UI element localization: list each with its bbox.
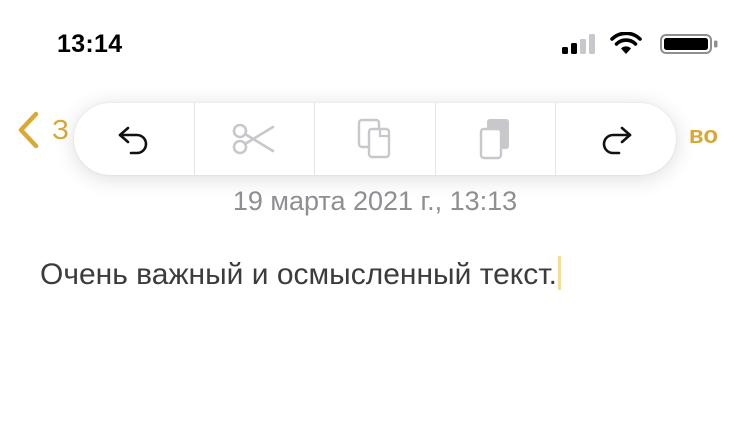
undo-icon [118,126,148,155]
edit-menu [74,103,676,175]
wifi-icon [610,32,642,54]
status-bar: 13:14 [0,0,750,90]
done-button[interactable]: во [689,122,718,150]
cellular-signal-icon [562,34,595,54]
paste-button[interactable] [436,103,557,175]
paste-icon [479,119,509,160]
redo-icon [602,126,632,155]
status-time: 13:14 [57,30,123,58]
note-text-editor[interactable]: Очень важный и осмысленный текст. [40,256,562,292]
back-label: З [52,114,69,145]
text-cursor [558,256,562,290]
copy-icon [357,118,391,159]
back-button[interactable]: З [16,110,69,150]
chevron-left-icon [18,111,39,149]
redo-button[interactable] [556,103,676,175]
copy-button[interactable] [315,103,436,175]
note-text: Очень важный и осмысленный текст. [40,258,558,291]
cut-icon [233,123,275,155]
cut-button[interactable] [195,103,316,175]
battery-icon [660,34,718,54]
note-date: 19 марта 2021 г., 13:13 [232,186,518,216]
undo-button[interactable] [74,103,195,175]
